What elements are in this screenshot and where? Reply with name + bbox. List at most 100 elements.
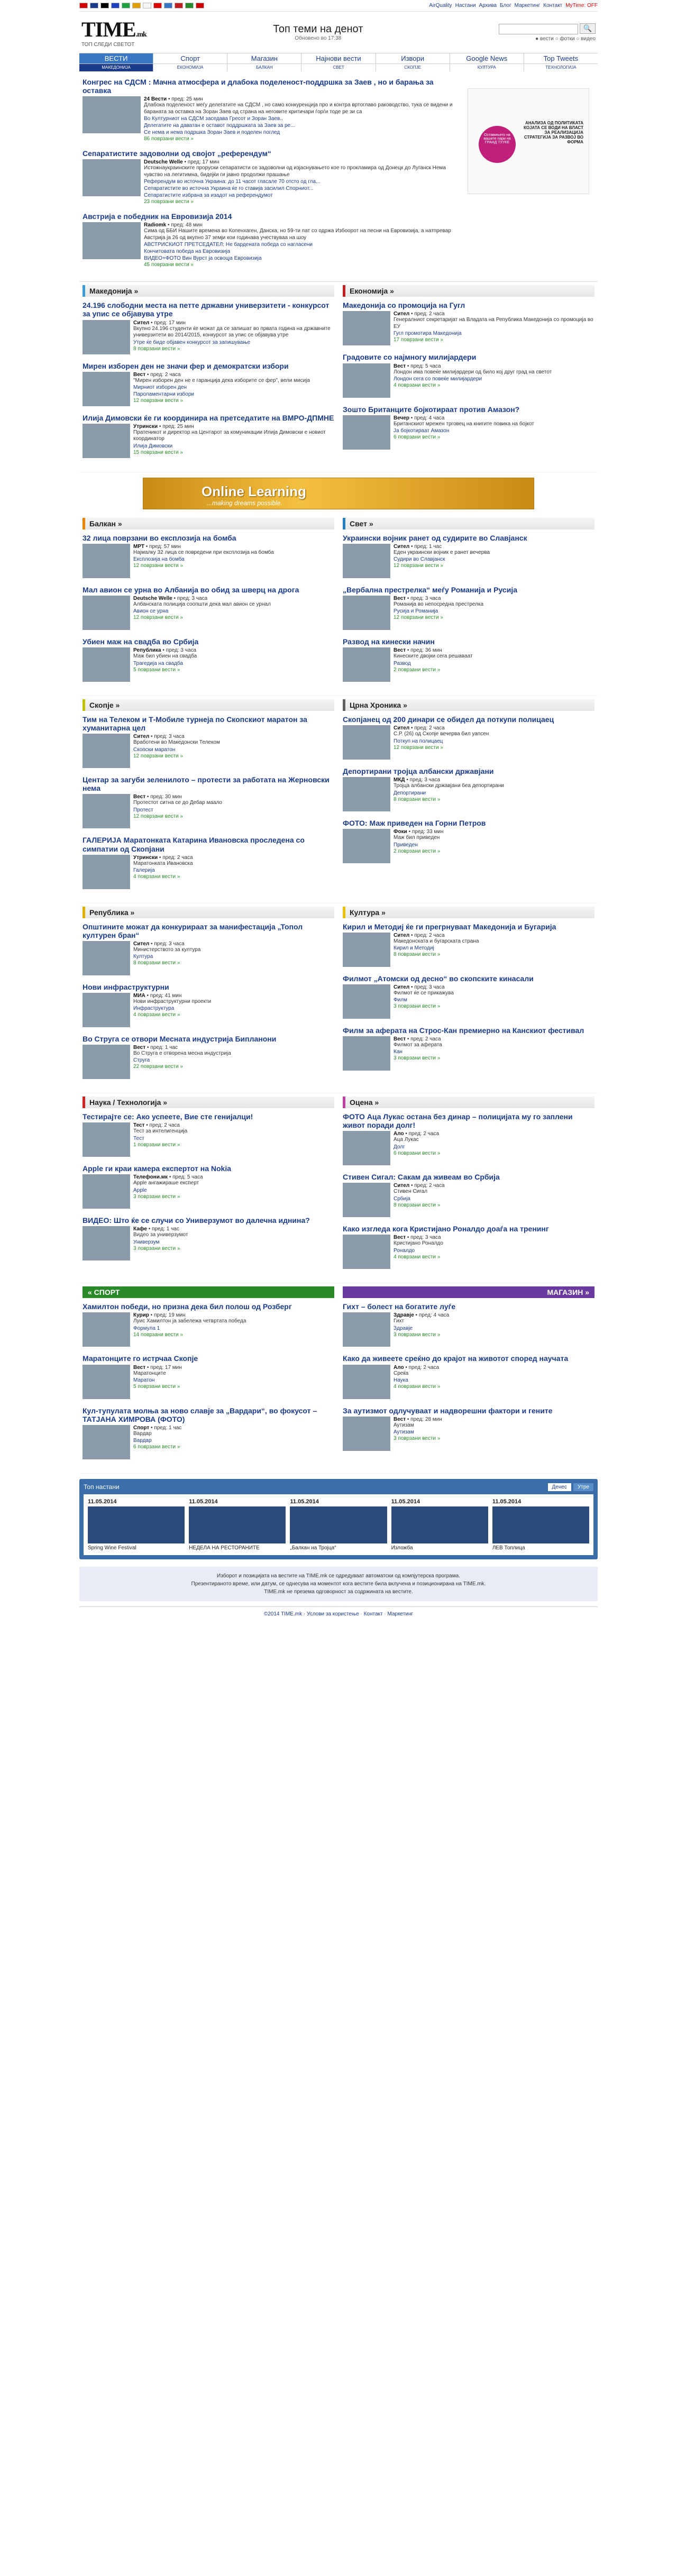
related-link[interactable]: Мирниот изборен ден (133, 384, 310, 391)
flag-es[interactable] (132, 3, 141, 8)
related-link[interactable]: Приведен (394, 842, 443, 848)
story-title[interactable]: Стивен Сигал: Сакам да живеам во Србија (343, 1173, 594, 1181)
related-link[interactable]: АВСТРИСКИОТ ПРЕТСЕДАТЕЛ: Не бардената по… (144, 241, 462, 248)
nav-subitem-label[interactable]: СВЕТ (301, 64, 375, 71)
related-link[interactable]: Трагедија на свадба (133, 660, 197, 667)
more-link[interactable]: 12 поврзани вести » (394, 563, 490, 569)
story-title[interactable]: Депортирани тројца албански државјани (343, 767, 594, 775)
related-link[interactable]: Авион се урна (133, 608, 271, 615)
related-link[interactable]: Кончитовата победа на Евровизија (144, 248, 462, 255)
story-source[interactable]: Radiomk (144, 222, 166, 228)
more-link[interactable]: 4 поврзани вести » (394, 1254, 443, 1260)
story-title[interactable]: Нови инфраструктурни (83, 983, 334, 991)
story-title[interactable]: Филмот „Атомски од десно“ во скопските к… (343, 974, 594, 983)
more-link[interactable]: 2 поврзани вести » (394, 848, 443, 854)
story-source[interactable]: Вест (394, 596, 406, 601)
story-title[interactable]: Илија Димовски ќе ги координира на претс… (83, 414, 334, 422)
story-title[interactable]: Центар за загуби зеленилото – протести з… (83, 775, 334, 792)
more-link[interactable]: 1 поврзани вести » (133, 1142, 187, 1148)
story-title[interactable]: Зошто Британците бојкотираат против Амаз… (343, 405, 594, 414)
story-source[interactable]: Сител (394, 725, 409, 731)
related-link[interactable]: Здравје (394, 1325, 449, 1332)
top-link[interactable]: AirQuality (429, 3, 452, 8)
carousel-item[interactable]: 11.05.2014 Spring Wine Festival (88, 1499, 185, 1551)
footer-link[interactable]: Контакт (364, 1611, 383, 1617)
more-link[interactable]: 45 поврзани вести » (144, 262, 462, 268)
nav-subitem-label[interactable]: ЕКОНОМИЈА (153, 64, 227, 71)
more-link[interactable]: 8 поврзани вести » (394, 1202, 445, 1208)
carousel-tab[interactable]: Денес (547, 1483, 571, 1491)
more-link[interactable]: 12 поврзани вести » (133, 814, 222, 819)
nav-subitem-label[interactable]: МАКЕДОНИЈА (79, 64, 153, 71)
more-link[interactable]: 6 поврзани вести » (394, 1150, 440, 1156)
story-thumbnail[interactable] (343, 311, 390, 346)
nav-subitem-label[interactable]: СКОПЈЕ (376, 64, 450, 71)
section-header[interactable]: Економија » (343, 285, 594, 297)
more-link[interactable]: 2 поврзани вести » (394, 667, 473, 673)
story-source[interactable]: Сител (394, 933, 409, 938)
story-thumbnail[interactable] (83, 794, 130, 829)
carousel-item[interactable]: 11.05.2014 „Балкан на Тројца“ (290, 1499, 387, 1551)
section-header[interactable]: Свет » (343, 517, 594, 529)
story-source[interactable]: Ало (394, 1131, 404, 1137)
flag-it[interactable] (122, 3, 130, 8)
related-link[interactable]: Референдум во источна Украина: до 11 час… (144, 178, 462, 185)
related-link[interactable]: Судири во Славјанск (394, 556, 490, 563)
carousel-label[interactable]: ЛЕВ Топлица (492, 1545, 589, 1551)
story-source[interactable]: Курир (133, 1312, 149, 1318)
related-link[interactable]: Струга (133, 1057, 231, 1064)
story-thumbnail[interactable] (343, 725, 390, 760)
story-title[interactable]: ФОТО Аца Лукас остана без динар – полици… (343, 1112, 594, 1129)
flag-al[interactable] (196, 3, 204, 8)
story-title[interactable]: Како изгледа кога Кристијано Роналдо доа… (343, 1225, 594, 1233)
more-link[interactable]: 3 поврзани вести » (394, 1436, 442, 1441)
carousel-image[interactable] (88, 1506, 185, 1543)
story-title[interactable]: Убиен маж на свадба во Србија (83, 637, 334, 646)
related-link[interactable]: Русија и Романија (394, 608, 483, 615)
flag-rs[interactable] (175, 3, 183, 8)
related-link[interactable]: Лондон сега со повеќе милијардери (394, 376, 552, 382)
related-link[interactable]: Вардар (133, 1437, 181, 1444)
story-thumbnail[interactable] (83, 1312, 130, 1347)
story-source[interactable]: Вест (394, 1235, 406, 1240)
story-source[interactable]: Вест (394, 363, 406, 369)
related-link[interactable]: ВИДЕО+ФОТО Вин Вурст ја освоцја Евровизи… (144, 255, 462, 262)
story-source[interactable]: Сител (394, 1183, 409, 1189)
story-source[interactable]: Вест (133, 1365, 145, 1371)
story-source[interactable]: Утрински (133, 424, 158, 430)
carousel-label[interactable]: Spring Wine Festival (88, 1545, 185, 1551)
story-source[interactable]: Вест (133, 794, 145, 800)
related-link[interactable]: Кан (394, 1048, 442, 1055)
top-link[interactable]: Маркетинг (515, 3, 541, 8)
story-source[interactable]: Вест (394, 1417, 406, 1422)
more-link[interactable]: 5 поврзани вести » (133, 667, 197, 673)
related-link[interactable]: Тест (133, 1135, 187, 1142)
story-thumbnail[interactable] (343, 595, 390, 630)
related-link[interactable]: Кирил и Методиј (394, 945, 479, 952)
story-thumbnail[interactable] (83, 222, 141, 260)
story-thumbnail[interactable] (343, 1036, 390, 1071)
more-link[interactable]: 8 поврзани вести » (394, 797, 504, 802)
story-title[interactable]: ГАЛЕРИЈА Маратонката Катарина Ивановска … (83, 836, 334, 853)
story-title[interactable]: Конгрес на СДСМ : Мачна атмосфера и длаб… (83, 78, 462, 95)
related-link[interactable]: Инфраструктура (133, 1005, 211, 1012)
story-source[interactable]: 24 Вести (144, 96, 167, 102)
story-title[interactable]: Гихт – болест на богатите луѓе (343, 1302, 594, 1311)
story-source[interactable]: Вечер (394, 415, 409, 421)
related-link[interactable]: Експлозија на бомба (133, 556, 274, 563)
more-link[interactable]: 23 поврзани вести » (144, 199, 462, 205)
related-link[interactable]: Во Културниот на СДСМ заседава Гресот и … (144, 115, 462, 122)
more-link[interactable]: 22 поврзани вести » (133, 1064, 231, 1070)
more-link[interactable]: 12 поврзани вести » (394, 745, 489, 751)
footer-link[interactable]: Услови за користење (307, 1611, 359, 1617)
section-header[interactable]: Република » (83, 906, 334, 918)
section-header[interactable]: Култура » (343, 906, 594, 918)
story-title[interactable]: „Вербална престрелка“ меѓу Романија и Ру… (343, 586, 594, 594)
more-link[interactable]: 12 поврзани вести » (133, 563, 274, 569)
story-title[interactable]: Градовите со најмногу милијардери (343, 353, 594, 361)
top-link[interactable]: Настани (455, 3, 476, 8)
carousel-image[interactable] (492, 1506, 590, 1543)
flag-mk[interactable] (79, 3, 88, 8)
story-title[interactable]: Македонија со промоција на Гугл (343, 301, 594, 309)
story-title[interactable]: Украински војник ранет од судирите во Сл… (343, 534, 594, 542)
